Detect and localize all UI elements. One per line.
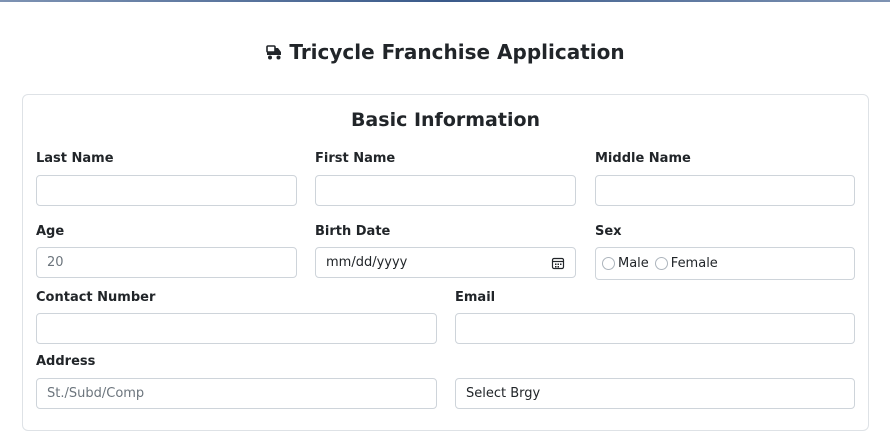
contact-number-input[interactable]: [36, 313, 437, 344]
sex-label: Sex: [595, 224, 622, 239]
male-label: Male: [618, 256, 649, 271]
address-label: Address: [36, 354, 96, 369]
age-input[interactable]: [36, 247, 297, 278]
first-name-label: First Name: [315, 151, 396, 166]
male-radio[interactable]: [602, 257, 615, 270]
calendar-icon[interactable]: [551, 256, 565, 270]
email-input[interactable]: [455, 313, 855, 344]
basic-information-card: Basic Information Last Name First Name M…: [22, 94, 869, 431]
age-label: Age: [36, 224, 65, 239]
sex-option-female[interactable]: Female: [654, 256, 718, 271]
top-accent-strip: [0, 0, 890, 2]
middle-name-label: Middle Name: [595, 151, 691, 166]
first-name-input[interactable]: [315, 175, 576, 206]
birth-date-label: Birth Date: [315, 224, 391, 239]
female-label: Female: [670, 256, 718, 271]
sex-radio-group: Male Female: [595, 247, 855, 280]
page-title: Tricycle Franchise Application: [0, 40, 890, 64]
sex-option-male[interactable]: Male: [602, 256, 649, 271]
street-address-input[interactable]: [36, 378, 437, 409]
page-title-text: Tricycle Franchise Application: [289, 40, 625, 64]
last-name-input[interactable]: [36, 175, 297, 206]
last-name-label: Last Name: [36, 151, 114, 166]
birth-date-input[interactable]: mm/dd/yyyy: [315, 247, 576, 278]
middle-name-input[interactable]: [595, 175, 855, 206]
barangay-select[interactable]: Select Brgy: [455, 378, 855, 409]
female-radio[interactable]: [654, 257, 668, 270]
email-label: Email: [455, 290, 496, 305]
tricycle-icon: [265, 43, 283, 61]
section-title: Basic Information: [350, 109, 541, 131]
barangay-select-value: Select Brgy: [466, 386, 541, 401]
contact-number-label: Contact Number: [36, 290, 156, 305]
birth-date-placeholder: mm/dd/yyyy: [326, 255, 408, 270]
